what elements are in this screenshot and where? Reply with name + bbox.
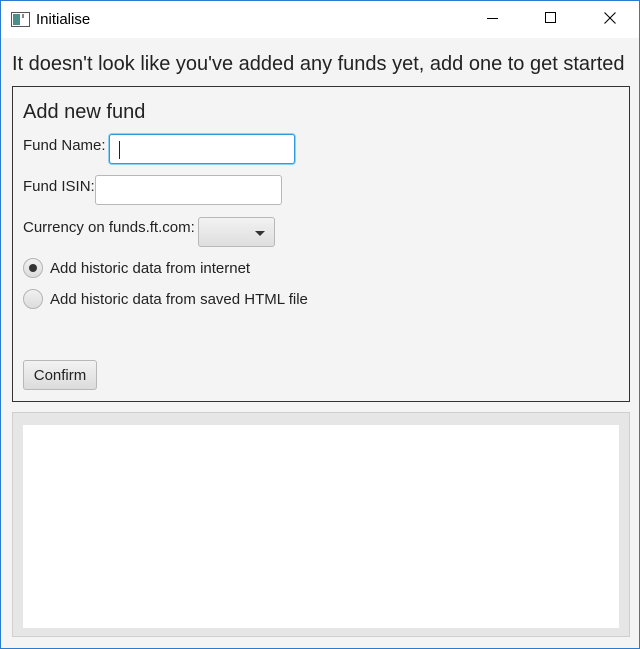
funds-list[interactable]: [23, 425, 619, 628]
add-fund-panel: Add new fund Fund Name: Fund ISIN: Curre…: [12, 86, 630, 402]
maximize-icon: [545, 11, 557, 29]
minimize-icon: [487, 11, 499, 29]
currency-label: Currency on funds.ft.com:: [23, 219, 195, 236]
close-icon: [604, 11, 616, 29]
window-title: Initialise: [36, 11, 91, 28]
radio-selected-dot: [29, 264, 37, 272]
chevron-down-icon: [255, 231, 265, 236]
minimize-button[interactable]: [464, 1, 522, 38]
radio-historic-internet[interactable]: [23, 258, 43, 278]
currency-select[interactable]: [198, 217, 275, 247]
radio-historic-html-file[interactable]: [23, 289, 43, 309]
close-button[interactable]: [581, 1, 639, 38]
panel-title: Add new fund: [23, 101, 146, 123]
fund-isin-input[interactable]: [95, 175, 282, 205]
empty-state-message: It doesn't look like you've added any fu…: [12, 53, 625, 75]
radio-label-html-file[interactable]: Add historic data from saved HTML file: [50, 291, 308, 308]
maximize-button[interactable]: [522, 1, 580, 38]
text-caret: [119, 141, 120, 159]
confirm-button[interactable]: Confirm: [23, 360, 97, 390]
title-bar[interactable]: Initialise: [1, 1, 639, 38]
radio-label-internet[interactable]: Add historic data from internet: [50, 260, 250, 277]
app-window: Initialise It doesn't look like you've a…: [0, 0, 640, 649]
fund-isin-label: Fund ISIN:: [23, 178, 95, 195]
funds-list-frame: [12, 412, 630, 637]
fund-name-label: Fund Name:: [23, 137, 106, 154]
fund-name-input[interactable]: [109, 134, 295, 164]
app-window-icon: [11, 12, 30, 27]
